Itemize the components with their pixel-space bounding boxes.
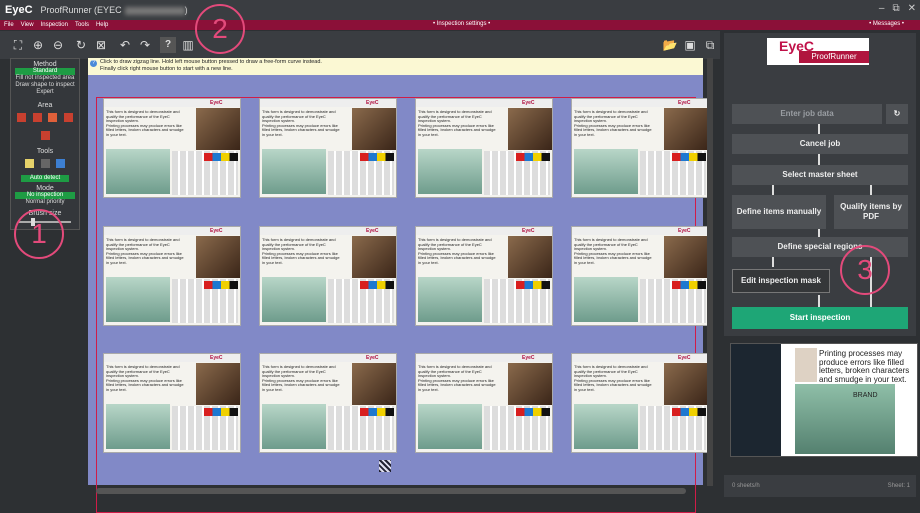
area-col-icon[interactable] [40,131,50,140]
label-item[interactable]: EyeC This form is designed to demonstrate… [103,98,241,198]
define-items-manually-button[interactable]: Define items manually [732,195,826,229]
auto-detect-button[interactable]: Auto detect [21,175,69,182]
zoom-out-icon[interactable]: ⊖ [50,37,66,53]
method-standard[interactable]: Standard [15,68,75,75]
label-item[interactable]: EyeC This form is designed to demonstrate… [103,353,241,453]
label-item[interactable]: EyeC This form is designed to demonstrate… [259,98,397,198]
start-inspection-button[interactable]: Start inspection [732,307,908,329]
instruction-bar: ? Click to draw zigzag line. Hold left m… [88,58,703,75]
cancel-job-button[interactable]: Cancel job [732,134,908,154]
label-item[interactable]: EyeC This form is designed to demonstrate… [259,353,397,453]
toolbar: ⛶ ⊕ ⊖ ↻ ⊠ ↶ ↷ ? ▥ 📂 ▣ ⧉ [0,31,720,59]
redo-icon[interactable]: ↷ [137,37,153,53]
rectangle-icon[interactable] [55,159,65,168]
undo-icon[interactable]: ↶ [117,37,133,53]
restore-icon[interactable]: ⧉ [892,3,899,14]
tools-heading: Tools [36,148,54,155]
instruction-line2: Finally click right mouse button to star… [100,66,233,72]
menu-tools[interactable]: Tools [75,22,89,28]
sheets-rate: 0 sheets/h [732,483,760,489]
info-icon: ? [90,60,97,67]
area-item-icon[interactable] [48,113,58,122]
pen-icon[interactable] [40,159,50,168]
messages-menu[interactable]: • Messages • [869,21,904,27]
mode-no-inspection[interactable]: No inspection [15,192,75,199]
menu-help[interactable]: Help [96,22,108,28]
mode-heading: Mode [36,185,54,192]
enter-job-button[interactable]: Enter job data [732,104,882,124]
area-grid-icon[interactable] [32,113,42,122]
label-item[interactable]: EyeC This form is designed to demonstrate… [571,353,709,453]
edit-inspection-mask-button[interactable]: Edit inspection mask [732,269,830,293]
select-master-button[interactable]: Select master sheet [732,165,908,185]
qr-code-icon [379,460,391,472]
brush-icon[interactable] [25,159,35,168]
method-draw-shape[interactable]: Draw shape to inspect [11,82,79,89]
close-icon[interactable]: ✕ [908,3,916,14]
help-button[interactable]: ? [160,37,176,53]
menu-bar: File View Inspection Tools Help • Inspec… [0,20,920,30]
fit-view-icon[interactable]: ⛶ [10,37,26,53]
label-item[interactable]: EyeC This form is designed to demonstrate… [415,226,553,326]
preview-pane: Printing processes may produce errors li… [730,343,918,457]
instruction-line1: Click to draw zigzag line. Hold left mou… [100,59,322,65]
workflow-panel: EyeC ProofRunner Enter job data ↻ Cancel… [724,33,916,336]
callout-3: 3 [840,245,890,295]
menu-view[interactable]: View [21,22,34,28]
method-expert[interactable]: Expert [11,89,79,96]
mask-canvas[interactable]: ? Click to draw zigzag line. Hold left m… [88,58,709,513]
open-folder-icon[interactable]: 📂 [662,37,678,53]
barcode-icon[interactable]: ▥ [180,37,196,53]
label-item[interactable]: EyeC This form is designed to demonstrate… [259,226,397,326]
refresh-icon[interactable]: ↻ [73,37,89,53]
label-item[interactable]: EyeC This form is designed to demonstrate… [415,98,553,198]
label-item[interactable]: EyeC This form is designed to demonstrate… [571,98,709,198]
cross-icon[interactable]: ⊠ [93,37,109,53]
area-heading: Area [37,102,53,109]
master-sheet[interactable]: EyeC This form is designed to demonstrate… [96,97,709,513]
menu-inspection[interactable]: Inspection [41,22,68,28]
area-row-icon[interactable] [63,113,73,122]
label-item[interactable]: EyeC This form is designed to demonstrate… [571,226,709,326]
app-logo: EyeC [5,4,33,16]
window-title: ProofRunner (EYEC) [40,5,188,15]
mode-normal-priority[interactable]: Normal priority [11,199,79,206]
minimize-icon[interactable]: – [879,3,885,14]
label-item[interactable]: EyeC This form is designed to demonstrate… [103,226,241,326]
proofrunner-logo: EyeC ProofRunner [767,38,869,65]
preview-image [795,384,895,454]
callout-2: 2 [195,4,245,54]
sheet-number: Sheet: 1 [887,483,910,489]
qualify-items-pdf-button[interactable]: Qualify items by PDF [834,195,908,229]
label-item[interactable]: EyeC This form is designed to demonstrate… [415,353,553,453]
inspection-settings-menu[interactable]: • Inspection settings • [433,21,490,27]
menu-file[interactable]: File [4,22,14,28]
preview-text: Printing processes may produce errors li… [819,349,910,384]
area-all-icon[interactable] [17,113,27,122]
method-heading: Method [33,61,57,68]
vertical-scrollbar[interactable] [707,58,713,486]
save-icon[interactable]: ▣ [682,37,698,53]
preview-brand: BRAND [853,392,878,399]
method-fill[interactable]: Fill not inspected area [11,75,79,82]
mask-tools-panel: Method Standard Fill not inspected area … [10,58,80,230]
horizontal-scrollbar[interactable] [96,488,686,494]
reload-icon[interactable]: ↻ [886,104,908,124]
copy-icon[interactable]: ⧉ [702,37,718,53]
title-bar: EyeC ProofRunner (EYEC) – ⧉ ✕ [0,0,920,20]
callout-1: 1 [14,209,64,259]
status-bar: 0 sheets/h Sheet: 1 [724,475,916,497]
zoom-in-icon[interactable]: ⊕ [30,37,46,53]
